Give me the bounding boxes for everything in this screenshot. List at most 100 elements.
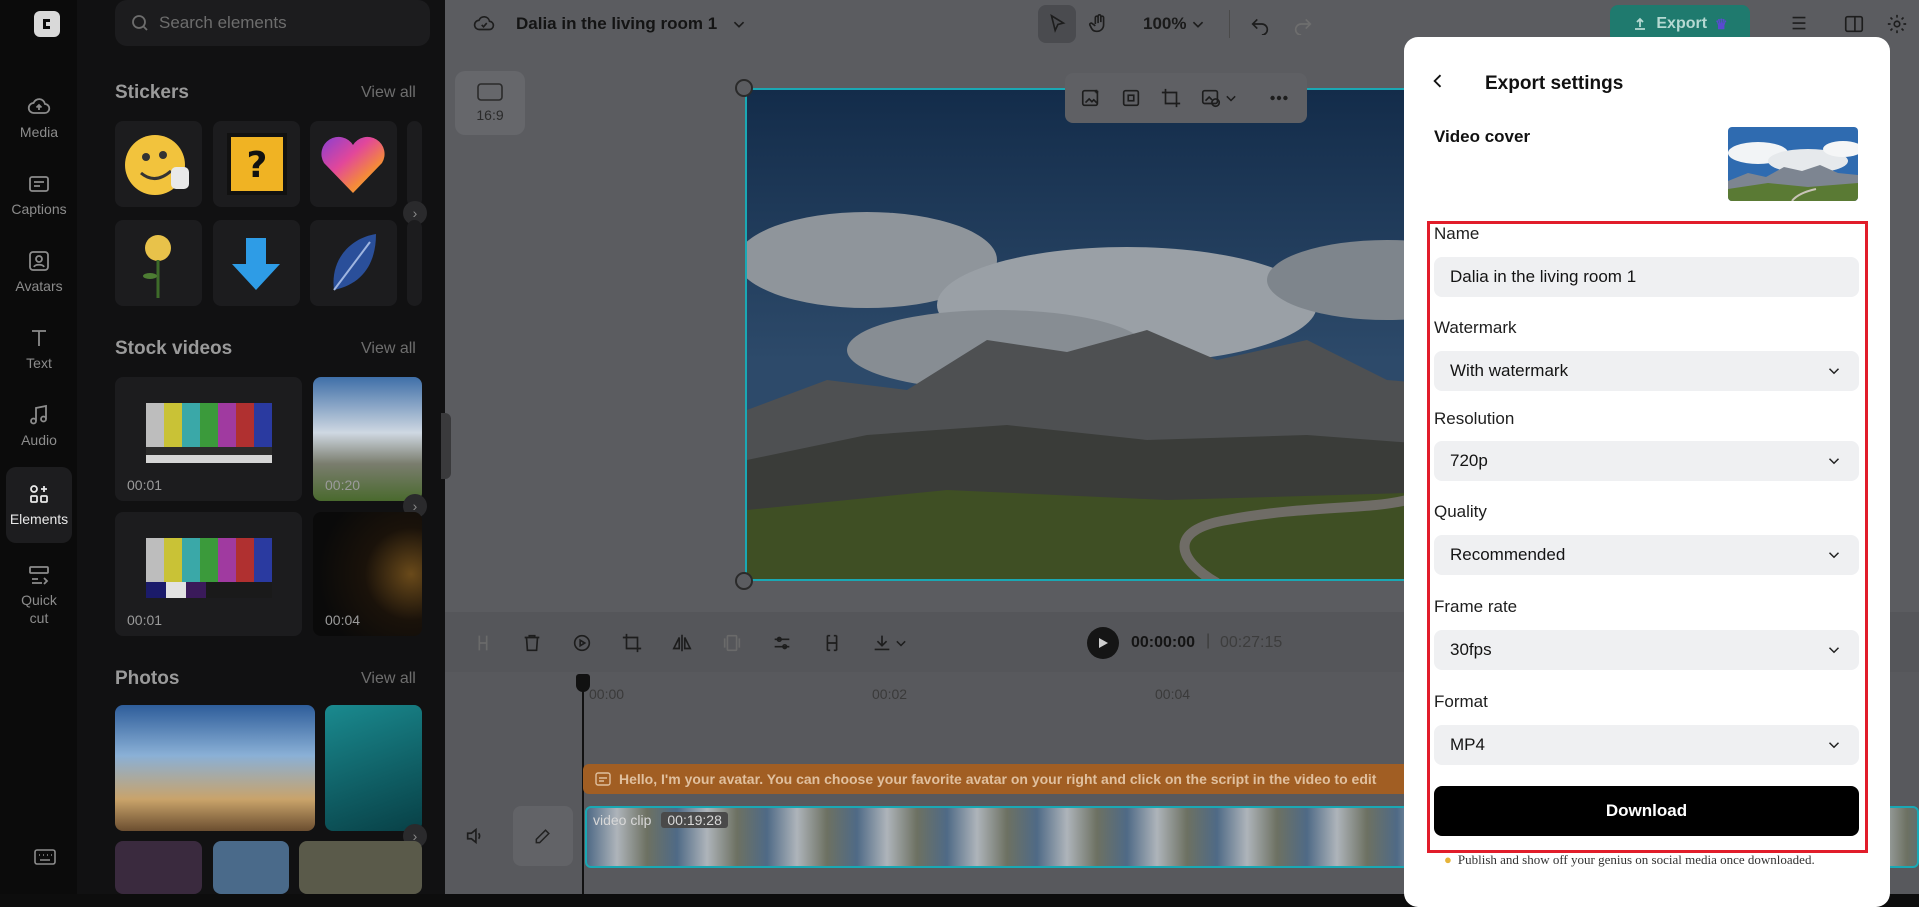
rail-label: Quick cut (21, 592, 57, 626)
photo-5[interactable] (213, 841, 289, 894)
stock-video-2[interactable]: 00:20 (313, 377, 422, 501)
sliders-icon (774, 636, 790, 650)
rail-captions[interactable]: Captions (6, 157, 72, 233)
aspect-ratio-button[interactable]: 16:9 (455, 71, 525, 135)
zoom-chevron[interactable] (1186, 6, 1210, 42)
stock-video-4[interactable]: 00:04 (313, 512, 422, 636)
rail-text[interactable]: Text (6, 311, 72, 387)
rail-audio[interactable]: Audio (6, 388, 72, 464)
focus-frame-icon (1122, 89, 1140, 107)
video-cover-thumbnail[interactable] (1728, 127, 1858, 201)
format-label: Format (1434, 692, 1488, 711)
search-input[interactable]: Search elements (115, 0, 430, 46)
layers-icon (1792, 16, 1806, 30)
stock-videos-view-all[interactable]: View all (361, 340, 416, 358)
freeze-frame-icon (723, 634, 741, 652)
clip-label: video clip (593, 812, 652, 828)
text-icon (32, 329, 46, 346)
app-logo[interactable] (34, 11, 60, 37)
freeze-button[interactable] (714, 625, 750, 661)
sticker-leaf[interactable] (310, 220, 397, 306)
keyboard-icon (34, 849, 56, 865)
sticker-heart[interactable] (310, 121, 397, 207)
adjust-button[interactable] (764, 625, 800, 661)
download-chevron[interactable] (891, 625, 911, 661)
focus-button[interactable] (1113, 80, 1149, 116)
sticker-arrow-down[interactable] (213, 220, 300, 306)
download-label: Download (1605, 801, 1688, 820)
keyboard-shortcuts-button[interactable] (34, 848, 56, 871)
stock-video-1[interactable]: 00:01 (115, 377, 302, 501)
frame-rate-label: Frame rate (1434, 597, 1518, 616)
crop-icon (1161, 88, 1181, 108)
edit-cover-button[interactable] (513, 806, 573, 866)
resize-handle-top-left[interactable] (735, 79, 753, 97)
video-canvas[interactable] (745, 88, 1505, 581)
sticker-question-block[interactable]: ? (213, 121, 300, 207)
zoom-level[interactable]: 100% (1143, 14, 1186, 34)
more-options-button[interactable] (1261, 80, 1297, 116)
undo-button[interactable] (1242, 6, 1278, 42)
trim-button[interactable] (814, 625, 850, 661)
chevron-left-icon (1433, 74, 1442, 88)
hand-icon (1089, 14, 1105, 33)
yellow-rose-sticker (143, 235, 171, 298)
name-label: Name (1434, 224, 1480, 243)
select-tool-button[interactable] (1038, 5, 1076, 43)
redo-button[interactable] (1285, 6, 1321, 42)
photos-view-all[interactable]: View all (361, 670, 416, 688)
upload-icon (1635, 17, 1646, 30)
trim-icon (826, 634, 838, 652)
chevron-down-icon (1828, 458, 1840, 465)
timeline-crop-button[interactable] (614, 625, 650, 661)
stock-video-3[interactable]: 00:01 (115, 512, 302, 636)
play-button[interactable] (1087, 627, 1119, 659)
speed-button[interactable] (564, 625, 600, 661)
hand-tool-button[interactable] (1081, 6, 1117, 42)
resolution-select[interactable]: 720p (1434, 441, 1859, 481)
photo-4[interactable] (115, 841, 202, 894)
format-select[interactable]: MP4 (1434, 725, 1859, 765)
tick-label: 00:04 (1155, 686, 1191, 702)
photo-6[interactable] (299, 841, 422, 894)
mute-button[interactable] (457, 818, 493, 854)
ai-edit-button[interactable] (1073, 80, 1109, 116)
play-icon (1099, 638, 1108, 648)
quality-select[interactable]: Recommended (1434, 535, 1859, 575)
lightbulb-icon: ● (1444, 852, 1452, 867)
chevron-down-icon (896, 640, 906, 647)
settings-button[interactable] (1879, 6, 1915, 42)
stickers-title: Stickers (115, 82, 189, 103)
resize-handle-bottom-left[interactable] (735, 572, 753, 590)
project-title[interactable]: Dalia in the living room 1 (516, 14, 717, 34)
sticker-smiley[interactable] (115, 121, 202, 207)
flip-button[interactable] (664, 625, 700, 661)
frame-rate-select[interactable]: 30fps (1434, 630, 1859, 670)
sticker-partial-2[interactable] (407, 220, 422, 306)
crop-button[interactable] (1153, 80, 1189, 116)
sticker-rose[interactable] (115, 220, 202, 306)
back-button[interactable] (1422, 65, 1454, 97)
rail-elements[interactable]: Elements (6, 467, 72, 543)
photo-city[interactable] (115, 705, 315, 831)
rail-media[interactable]: Media (6, 80, 72, 156)
name-input[interactable]: Dalia in the living room 1 (1434, 257, 1859, 297)
stickers-view-all[interactable]: View all (361, 84, 416, 102)
cloud-save-button[interactable] (466, 6, 502, 42)
project-menu-chevron[interactable] (721, 6, 757, 42)
rail-avatars[interactable]: Avatars (6, 234, 72, 310)
sticker-partial[interactable] (407, 121, 422, 207)
replace-chevron[interactable] (1221, 80, 1241, 116)
resolution-value: 720p (1450, 451, 1488, 470)
speaker-icon (466, 827, 481, 845)
blue-leaf-sticker (333, 234, 376, 291)
split-button[interactable] (465, 625, 501, 661)
delete-button[interactable] (514, 625, 550, 661)
download-button[interactable]: Download (1434, 786, 1859, 836)
watermark-select[interactable]: With watermark (1434, 351, 1859, 391)
photo-sea[interactable] (325, 705, 422, 831)
panel-collapse-handle[interactable] (441, 413, 451, 479)
aspect-ratio-label: 16:9 (476, 107, 504, 123)
rail-quick-cut[interactable]: Quick cut (6, 555, 72, 635)
chevron-down-icon (1828, 742, 1840, 749)
